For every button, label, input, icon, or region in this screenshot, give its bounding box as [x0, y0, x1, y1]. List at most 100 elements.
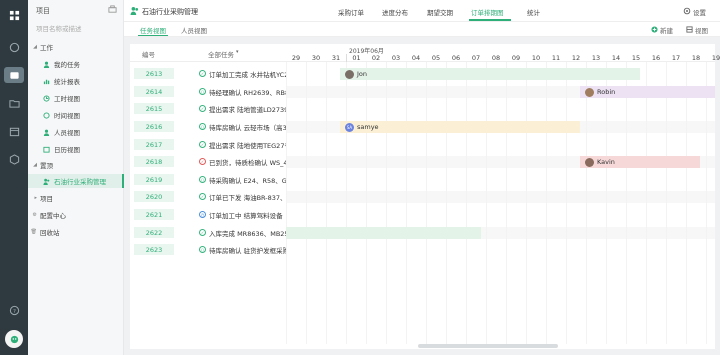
- tab-purchase-orders[interactable]: 采购订单: [338, 7, 364, 17]
- status-icon: ✓: [199, 105, 206, 112]
- person-icon: [42, 60, 51, 69]
- day-label: 01: [346, 54, 366, 62]
- status-icon: ○: [199, 88, 206, 95]
- help-icon[interactable]: ?: [7, 303, 21, 317]
- task-title: 待库房确认 驻货护发框采购: [209, 246, 286, 255]
- col-task-header[interactable]: 全部任务 ▾: [208, 49, 239, 59]
- day-gridline: [706, 62, 707, 344]
- project-icon[interactable]: [4, 67, 24, 83]
- status-icon: ○: [199, 176, 206, 183]
- calendar-icon[interactable]: [7, 124, 21, 138]
- status-icon: ◷: [199, 211, 206, 218]
- cube-icon[interactable]: [7, 152, 21, 166]
- task-id[interactable]: 2619: [134, 174, 174, 185]
- task-id[interactable]: 2618: [134, 156, 174, 167]
- project-search-input[interactable]: 项目名称或描述: [36, 23, 82, 33]
- task-row[interactable]: ✓ 订单加工完成 水井钻机YC2: [178, 68, 286, 79]
- task-id[interactable]: 2620: [134, 191, 174, 202]
- task-row[interactable]: ○ 待经理确认 RH2639、RB82: [178, 86, 286, 97]
- sidebar-item-reports[interactable]: 统计报表: [28, 74, 124, 88]
- day-label: 14: [611, 54, 621, 62]
- task-row[interactable]: ◷ 订单加工中 结算驾料设备: [178, 209, 286, 220]
- group-label: 配置中心: [40, 212, 66, 220]
- sidebar-item-hours[interactable]: 工时视图: [28, 91, 124, 105]
- message-icon[interactable]: [7, 40, 21, 54]
- sidebar-group-pinned[interactable]: ◢ 置顶: [28, 158, 124, 172]
- task-id[interactable]: 2622: [134, 227, 174, 238]
- day-label: 11: [551, 54, 561, 62]
- sidebar-group-projects[interactable]: ▸ 项目: [28, 191, 124, 205]
- day-label: 02: [371, 54, 381, 62]
- task-row[interactable]: ✓提出需求 陆地管道LD2739、: [178, 103, 286, 114]
- active-subtab-indicator: [138, 35, 168, 36]
- task-id[interactable]: 2613: [134, 68, 174, 79]
- day-gridline: [606, 62, 607, 344]
- trash-icon: 🗑: [30, 229, 37, 235]
- view-label: 视图: [695, 27, 708, 35]
- task-row[interactable]: ✓ 入库完成 MR8636、MB253: [178, 227, 286, 238]
- sidebar-header: 项目: [36, 7, 50, 15]
- gantt-bar[interactable]: Jon: [340, 68, 640, 80]
- sidebar-trash[interactable]: 🗑 回收站: [28, 225, 124, 239]
- task-id[interactable]: 2623: [134, 244, 174, 255]
- task-row[interactable]: ○ 待库房确认 云轻市场（高3、: [178, 121, 286, 132]
- sidebar-item-label: 人员视图: [54, 129, 80, 137]
- settings-button[interactable]: 设置: [683, 7, 706, 17]
- task-id[interactable]: 2616: [134, 121, 174, 132]
- sidebar-item-calendar[interactable]: 日历视图: [28, 142, 124, 156]
- task-row[interactable]: ○ 待采购确认 E24、R58、G1: [178, 174, 286, 185]
- tab-task-view[interactable]: 任务视图: [140, 25, 166, 35]
- gantt-header: 2019年06月 29 30 31 01 02 03 04 05 06 07 08 09 10 11 12 1…: [286, 44, 720, 62]
- folder-icon[interactable]: [7, 96, 21, 110]
- settings-label: 设置: [693, 9, 706, 17]
- day-label: 19: [711, 54, 720, 62]
- user-avatar[interactable]: [5, 330, 23, 348]
- assignee-avatar: [345, 69, 354, 79]
- day-gridline: [406, 62, 407, 344]
- plus-icon: [651, 25, 658, 35]
- new-button[interactable]: 新建: [651, 25, 673, 35]
- gantt-bar[interactable]: [286, 227, 481, 239]
- task-row[interactable]: ✓ 提出需求 陆地使用TEG27号: [178, 139, 286, 150]
- sidebar-item-people[interactable]: 人员视图: [28, 125, 124, 139]
- sidebar-group-work[interactable]: ◢ 工作: [28, 40, 124, 54]
- status-icon: ○: [199, 246, 206, 253]
- day-gridline: [526, 62, 527, 344]
- tab-order-schedule[interactable]: 订单排期图: [471, 7, 504, 17]
- gantt-bar[interactable]: Kavin: [580, 156, 700, 168]
- task-row[interactable]: ✓ 已到货，待质检确认 WS_4(: [178, 156, 286, 167]
- task-title: 待库房确认 云轻市场（高3、: [209, 123, 286, 132]
- view-settings-button[interactable]: 视图: [686, 25, 708, 35]
- gantt-bar[interactable]: SA samye: [340, 121, 580, 133]
- sidebar-item-oil-procurement[interactable]: 石油行业采购管理: [28, 174, 124, 188]
- app-logo-icon[interactable]: [7, 8, 21, 22]
- sidebar-item-timeline[interactable]: 时间视图: [28, 108, 124, 122]
- tab-progress[interactable]: 进度分布: [382, 7, 408, 17]
- day-label: 12: [571, 54, 581, 62]
- task-id[interactable]: 2614: [134, 86, 174, 97]
- task-row[interactable]: ○ 待库房确认 驻货护发框采购: [178, 244, 286, 255]
- app-rail: ?: [0, 0, 28, 355]
- task-row[interactable]: ✓ 订单已下发 海油BR-837、E: [178, 191, 286, 202]
- gantt-bar[interactable]: Robin: [580, 86, 715, 98]
- tab-people-view[interactable]: 人员视图: [181, 25, 207, 35]
- day-label: 07: [471, 54, 481, 62]
- tab-statistics[interactable]: 统计: [527, 7, 540, 17]
- task-id[interactable]: 2617: [134, 139, 174, 150]
- task-id[interactable]: 2615: [134, 103, 174, 114]
- horizontal-scrollbar[interactable]: [418, 344, 558, 348]
- day-label: 30: [311, 54, 321, 62]
- task-title: 待采购确认 E24、R58、G1: [209, 176, 286, 185]
- gear-small-icon: ⚙: [32, 212, 37, 218]
- day-label: 17: [671, 54, 681, 62]
- day-gridline: [566, 62, 567, 344]
- sidebar-config-center[interactable]: ⚙ 配置中心: [28, 208, 124, 222]
- day-label: 29: [291, 54, 301, 62]
- tab-expected-delivery[interactable]: 期望交期: [427, 7, 453, 17]
- group-label: 置顶: [40, 162, 53, 170]
- day-label: 04: [411, 54, 421, 62]
- task-id[interactable]: 2621: [134, 209, 174, 220]
- print-icon[interactable]: [108, 5, 117, 16]
- sidebar-item-my-tasks[interactable]: 我的任务: [28, 57, 124, 71]
- day-label: 06: [451, 54, 461, 62]
